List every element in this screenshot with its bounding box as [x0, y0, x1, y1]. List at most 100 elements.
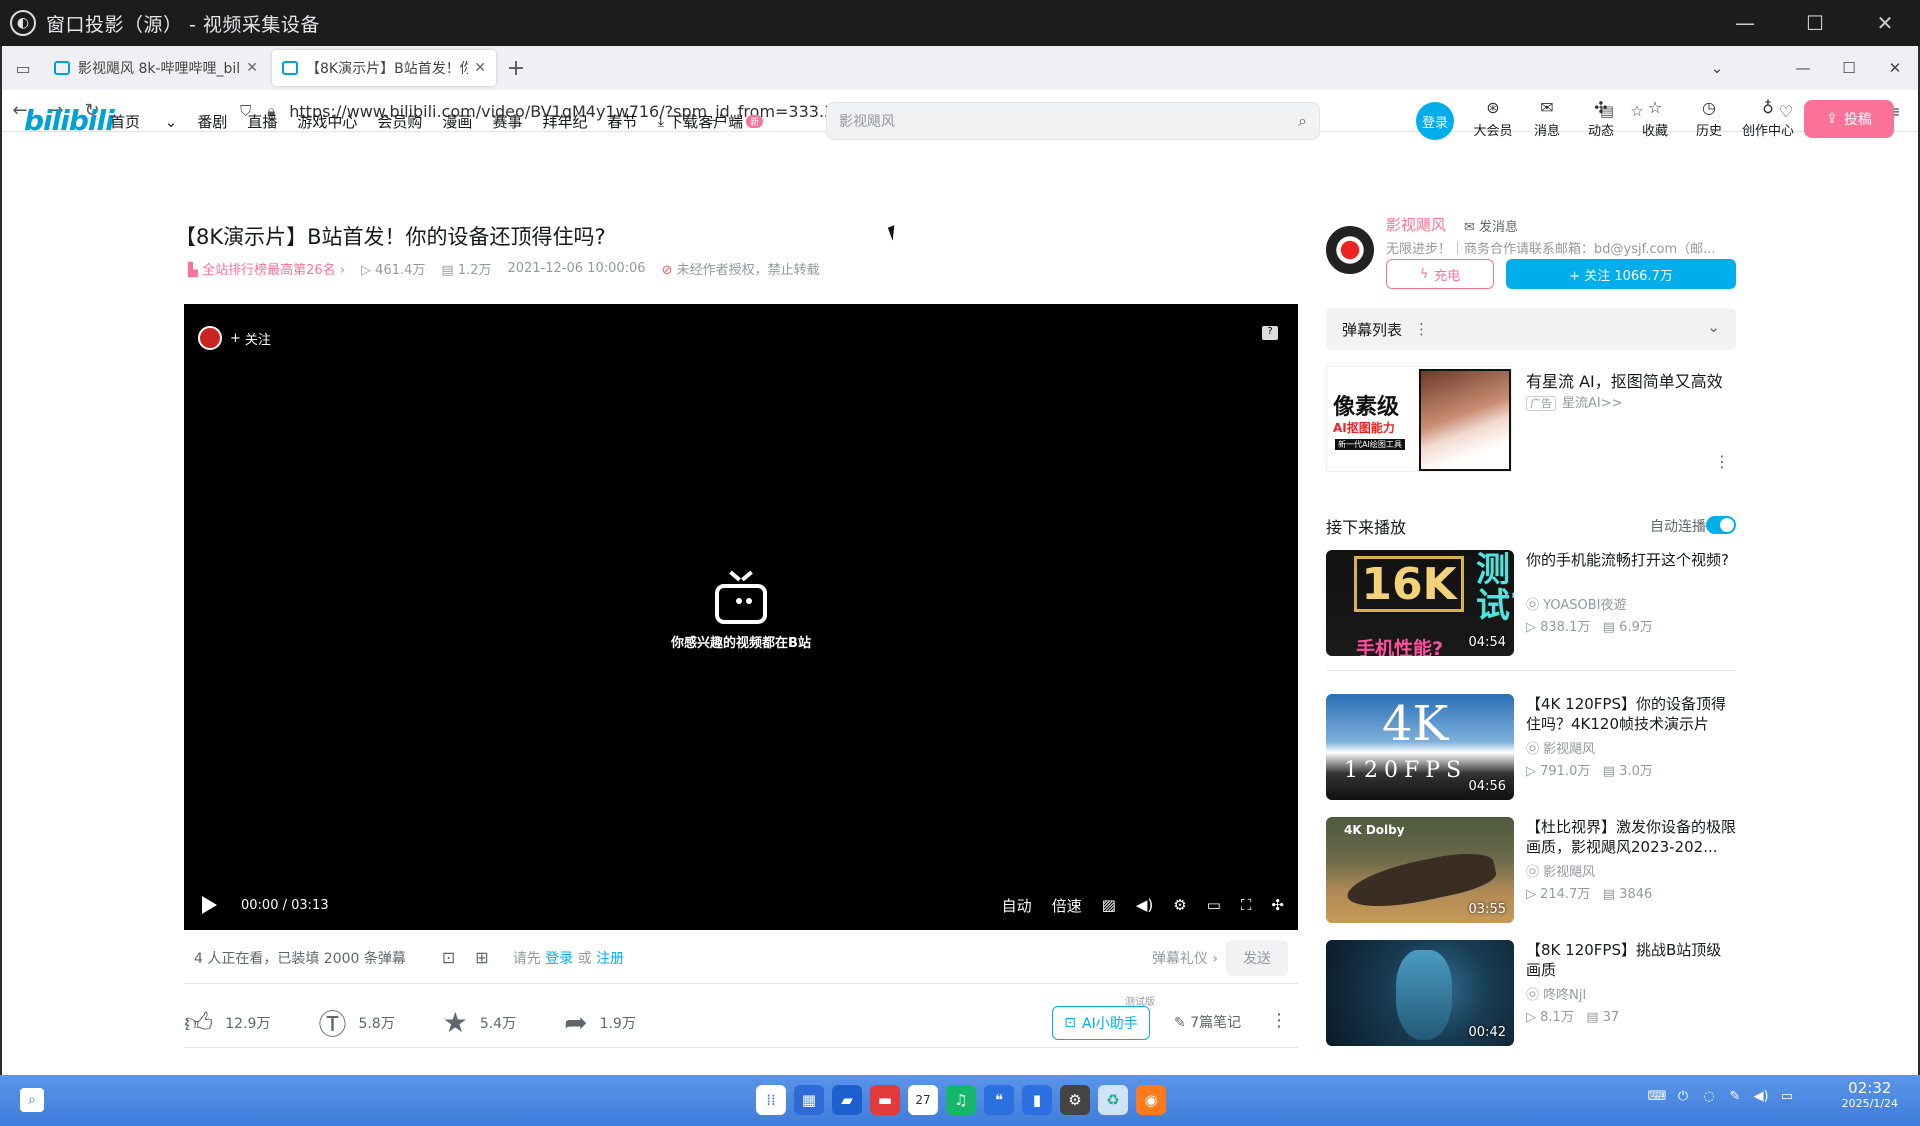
volume-icon[interactable]: ◀): [1748, 1089, 1774, 1104]
clock[interactable]: 02:32 2025/1/24: [1842, 1079, 1898, 1110]
danmaku-login-link[interactable]: 登录: [545, 951, 573, 967]
help-icon[interactable]: ?: [1262, 326, 1278, 340]
danmaku-switch-icon[interactable]: ⊡: [442, 948, 455, 967]
rank-link[interactable]: ▙ 全站排行榜最高第26名 ›: [188, 259, 345, 278]
login-button[interactable]: 登录: [1416, 102, 1454, 140]
tab-close-icon[interactable]: ✕: [246, 60, 258, 76]
recommendation-thumbnail[interactable]: 4K Dolby 03:55: [1326, 817, 1514, 923]
history-link[interactable]: ◷ 历史: [1682, 98, 1736, 139]
search-icon[interactable]: ⌕: [1298, 111, 1307, 131]
more-options-icon[interactable]: ⋮: [1414, 320, 1429, 338]
ad-source[interactable]: 广告 星流AI>>: [1526, 392, 1623, 411]
bilibili-logo[interactable]: bilibili: [24, 104, 115, 137]
nav-home[interactable]: 首页 ⌄: [110, 111, 177, 132]
keyboard-icon[interactable]: ⌨: [1644, 1089, 1670, 1104]
tab-overflow-chevron-icon[interactable]: ⌄: [1694, 59, 1740, 77]
recommendation-card[interactable]: 4K 120FPS 04:56 【4K 120FPS】你的设备顶得住吗？4K12…: [1326, 694, 1736, 800]
nav-esports[interactable]: 赛事: [492, 111, 522, 132]
video-player[interactable]: + 关注 ? 你感兴趣的视频都在B站 00:00 / 03:13 自动 倍速 ▨…: [184, 304, 1298, 930]
nav-manga[interactable]: 漫画: [442, 111, 472, 132]
device-manager-icon[interactable]: ▮: [1022, 1085, 1052, 1115]
danmaku-settings-icon[interactable]: ⊞: [475, 948, 488, 967]
creator-center-link[interactable]: ♁ 创作中心: [1736, 98, 1800, 139]
message-link[interactable]: ✉ 消息: [1520, 98, 1574, 139]
send-message-link[interactable]: ✉ 发消息: [1464, 216, 1518, 235]
minimize-icon[interactable]: —: [1710, 0, 1780, 46]
launcher-icon[interactable]: ⁞⁞: [756, 1085, 786, 1115]
uploader-name[interactable]: 影视飓风: [1386, 214, 1446, 235]
favorite-button[interactable]: ★ 5.4万: [443, 1006, 516, 1039]
tab-search[interactable]: 影视飓风 8k-哔哩哔哩_bilib ✕: [44, 50, 268, 86]
webfullscreen-icon[interactable]: ⛶: [1241, 896, 1252, 914]
power-icon[interactable]: ⏻: [1670, 1089, 1696, 1104]
vip-link[interactable]: ⊛ 大会员: [1466, 98, 1520, 139]
uploader-avatar-large[interactable]: [1326, 226, 1374, 274]
upload-button[interactable]: ⇪ 投稿: [1804, 100, 1894, 138]
recommendation-thumbnail[interactable]: 00:42: [1326, 940, 1514, 1046]
music-icon[interactable]: ♫: [946, 1085, 976, 1115]
play-icon[interactable]: [202, 896, 217, 914]
file-manager-icon[interactable]: ▰: [832, 1085, 862, 1115]
ai-assistant-button[interactable]: 测试版 ⊡ AI小助手: [1052, 997, 1155, 1040]
recommendation-title[interactable]: 【8K 120FPS】挑战B站顶级画质: [1526, 940, 1736, 980]
recommendation-author[interactable]: ㉧ 咚咚Njl: [1526, 984, 1586, 1003]
ad-thumbnail[interactable]: 像素级 AI抠图能力 新一代AI绘图工具: [1326, 366, 1512, 472]
search-icon[interactable]: ⌕: [20, 1088, 44, 1112]
recommendation-author[interactable]: ㉧ YOASOBI夜遊: [1526, 594, 1627, 613]
more-options-icon[interactable]: ⋮: [1270, 1010, 1288, 1031]
new-tab-icon[interactable]: +: [500, 56, 532, 81]
search-input[interactable]: 影视飓风 ⌕: [826, 102, 1320, 140]
battery-icon[interactable]: ▭: [1774, 1089, 1800, 1104]
nav-mall[interactable]: 会员购: [377, 111, 422, 132]
player-follow-button[interactable]: + 关注: [198, 326, 271, 350]
recommendation-title[interactable]: 【4K 120FPS】你的设备顶得住吗？4K120帧技术演示片: [1526, 694, 1736, 734]
autoplay-toggle[interactable]: [1706, 516, 1736, 534]
settings-gear-icon[interactable]: ⚙: [1173, 896, 1186, 914]
maximize-icon[interactable]: ☐: [1780, 0, 1850, 46]
like-button[interactable]: 👍︎ 12.9万: [184, 1006, 270, 1040]
danmaku-toggle-icon[interactable]: ▨: [1102, 896, 1116, 914]
speed-button[interactable]: 倍速: [1052, 895, 1082, 916]
danmaku-register-link[interactable]: 注册: [596, 951, 624, 967]
danmaku-input-prompt[interactable]: 请先 登录 或 注册: [513, 948, 624, 968]
quality-button[interactable]: 自动: [1002, 895, 1032, 916]
coin-button[interactable]: Ⓣ 5.8万: [318, 1003, 394, 1043]
nav-live[interactable]: 直播: [247, 111, 277, 132]
charge-button[interactable]: ϟ 充电: [1386, 259, 1494, 289]
recommendation-author[interactable]: ㉧ 影视飓风: [1526, 738, 1595, 757]
favorites-link[interactable]: ☆ 收藏: [1628, 98, 1682, 139]
danmaku-list-panel[interactable]: 弹幕列表 ⋮ ⌄: [1326, 308, 1736, 350]
send-button[interactable]: 发送: [1226, 940, 1288, 976]
recommendation-author[interactable]: ㉧ 影视飓风: [1526, 861, 1595, 880]
browser-close-icon[interactable]: ✕: [1872, 59, 1918, 77]
widescreen-icon[interactable]: ▭: [1207, 896, 1221, 914]
trash-icon[interactable]: ♻: [1098, 1085, 1128, 1115]
firefox-icon[interactable]: ◉: [1136, 1085, 1166, 1115]
browser-minimize-icon[interactable]: —: [1780, 59, 1826, 77]
more-options-icon[interactable]: ⋮: [1714, 452, 1730, 471]
follow-button[interactable]: + 关注 1066.7万: [1506, 259, 1736, 289]
tab-list-icon[interactable]: ▭: [2, 46, 44, 90]
tab-video[interactable]: 【8K演示片】B站首发！你 ✕: [272, 50, 496, 86]
volume-icon[interactable]: ◀): [1136, 896, 1153, 914]
share-button[interactable]: ➦ 1.9万: [564, 1006, 636, 1039]
nav-spring[interactable]: 春节: [607, 111, 637, 132]
fullscreen-icon[interactable]: ✣: [1271, 896, 1284, 914]
settings-gear-icon[interactable]: ⚙: [1060, 1085, 1090, 1115]
notes-button[interactable]: ✎ 7篇笔记: [1174, 1012, 1241, 1032]
recommendation-card[interactable]: 4K Dolby 03:55 【杜比视界】激发你设备的极限画质，影视飓风2023…: [1326, 817, 1736, 923]
download-client-link[interactable]: ⤓ 下载客户端 新: [657, 111, 783, 132]
nav-bainianji[interactable]: 拜年纪: [542, 111, 587, 132]
tab-close-icon[interactable]: ✕: [474, 60, 486, 76]
ad-title[interactable]: 有星流 AI，抠图简单又高效: [1526, 368, 1723, 392]
terminal-icon[interactable]: ▬: [870, 1085, 900, 1115]
notification-icon[interactable]: ◌: [1696, 1089, 1722, 1104]
recommendation-title[interactable]: 你的手机能流畅打开这个视频?: [1526, 550, 1736, 570]
multitask-icon[interactable]: ▦: [794, 1085, 824, 1115]
chat-icon[interactable]: ❝: [984, 1085, 1014, 1115]
danmaku-etiquette-link[interactable]: 弹幕礼仪 ›: [1152, 948, 1218, 968]
ad-card[interactable]: 像素级 AI抠图能力 新一代AI绘图工具 有星流 AI，抠图简单又高效 广告 星流…: [1326, 366, 1736, 474]
close-icon[interactable]: ✕: [1850, 0, 1920, 46]
pen-icon[interactable]: ✎: [1722, 1089, 1748, 1104]
calendar-icon[interactable]: 27: [908, 1085, 938, 1115]
